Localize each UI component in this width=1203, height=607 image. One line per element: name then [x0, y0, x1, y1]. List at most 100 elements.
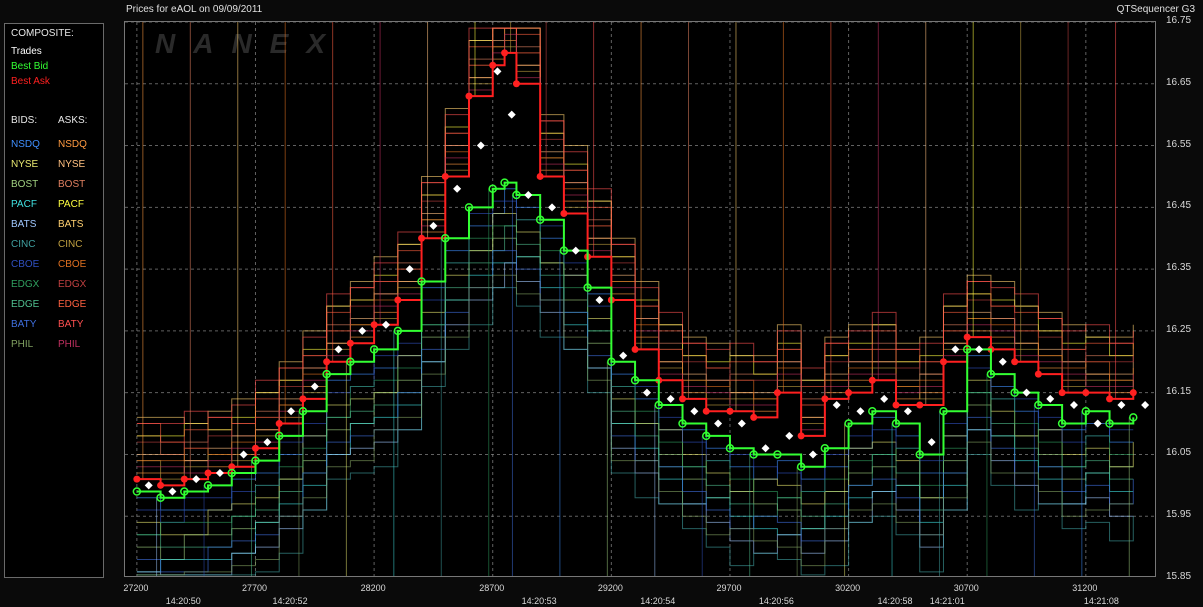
legend-bid-bost: BOST: [11, 179, 39, 190]
trade-point: [998, 357, 1007, 366]
legend-bid-cinc: CINC: [11, 239, 36, 250]
best-ask-point: [560, 210, 568, 218]
y-tick-label: 16.45: [1166, 200, 1192, 212]
trade-point: [785, 431, 794, 440]
best-ask-point: [1129, 389, 1137, 397]
bids-label: BIDS:: [11, 115, 38, 126]
best-ask-point: [868, 376, 876, 384]
trade-point: [951, 345, 960, 354]
best-ask-point: [346, 339, 354, 347]
legend-bid-phil: PHIL: [11, 339, 34, 350]
trade-point: [595, 296, 604, 304]
best-ask-point: [726, 407, 734, 415]
best-ask-point: [180, 475, 188, 483]
trade-point: [548, 203, 557, 212]
y-tick-label: 16.55: [1166, 138, 1192, 150]
best-ask-point: [394, 296, 402, 304]
y-tick-label: 16.05: [1166, 447, 1192, 459]
best-ask-point: [251, 444, 259, 452]
trade-point: [358, 326, 367, 335]
chart-title: Prices for eAOL on 09/09/2011: [126, 4, 263, 15]
best-ask-point: [963, 333, 971, 341]
best-ask-point: [1106, 395, 1114, 403]
trade-point: [737, 419, 746, 428]
legend-ask-cinc: CINC: [58, 239, 83, 250]
legend-ask-cboe: CBOE: [58, 259, 87, 270]
trade-point: [168, 487, 177, 496]
y-tick-label: 15.85: [1166, 571, 1192, 582]
trade-point: [832, 401, 841, 410]
trade-point: [1093, 419, 1102, 428]
y-tick-label: 16.75: [1166, 15, 1192, 26]
best-ask-point: [1034, 370, 1042, 378]
trade-point: [507, 110, 516, 119]
x-tick-label: 31200: [1072, 583, 1098, 593]
best-ask-point: [157, 481, 165, 489]
y-tick-label: 16.35: [1166, 262, 1192, 274]
best-ask-point: [892, 401, 900, 409]
trade-point: [381, 320, 390, 329]
legend-bid-pacf: PACF: [11, 199, 37, 210]
y-tick-label: 16.65: [1166, 76, 1192, 88]
trade-point: [1117, 401, 1126, 410]
app-title: QTSequencer G3: [1116, 4, 1195, 15]
x-tick-label: 27700: [241, 583, 267, 593]
best-ask-point: [1011, 358, 1019, 366]
trade-point: [927, 438, 936, 447]
trade-point: [334, 345, 343, 354]
trade-point: [429, 221, 438, 230]
legend-bid-edge: EDGE: [11, 299, 40, 310]
legend-ask-pacf: PACF: [58, 199, 84, 210]
trade-point: [571, 246, 580, 255]
trade-point: [1046, 394, 1055, 403]
trade-point: [1022, 388, 1031, 397]
trade-point: [453, 184, 462, 193]
time-tick-label: 14:20:58: [877, 596, 913, 606]
chart-svg: [125, 22, 1155, 576]
y-tick-label: 16.15: [1166, 385, 1192, 397]
asks-label: ASKS:: [58, 115, 88, 126]
trade-point: [880, 394, 889, 403]
best-ask-point: [821, 395, 829, 403]
legend-ask-nyse: NYSE: [58, 159, 86, 170]
x-tick-label: 29200: [597, 583, 623, 593]
time-tick-label: 14:20:56: [758, 596, 794, 606]
y-tick-label: 16.25: [1166, 323, 1192, 335]
legend-ask-nsdq: NSDQ: [58, 139, 87, 150]
time-tick-label: 14:20:54: [640, 596, 676, 606]
time-tick-label: 14:21:08: [1083, 596, 1119, 606]
best-ask-point: [631, 345, 639, 353]
best-ask-point: [501, 49, 509, 57]
best-ask-point: [845, 389, 853, 397]
trade-point: [144, 481, 153, 490]
best-ask-point: [702, 407, 710, 415]
legend-panel: COMPOSITE: Trades Best Bid Best Ask BIDS…: [4, 23, 104, 578]
time-tick-label: 14:20:50: [165, 596, 201, 606]
y-tick-label: 15.95: [1166, 509, 1192, 521]
trade-point: [714, 419, 723, 428]
legend-best-ask: Best Ask: [11, 76, 50, 87]
best-ask-point: [133, 475, 141, 483]
best-ask-point: [204, 469, 212, 477]
legend-ask-bats: BATS: [58, 219, 84, 230]
x-tick-label: 27200: [123, 583, 149, 593]
trade-point: [1069, 401, 1078, 410]
x-tick-label: 30200: [835, 583, 861, 593]
best-ask-point: [465, 92, 473, 100]
x-tick-label: 28700: [479, 583, 505, 593]
best-ask-point: [797, 432, 805, 440]
best-ask-point: [370, 321, 378, 329]
legend-bid-bats: BATS: [11, 219, 37, 230]
best-ask-point: [441, 172, 449, 180]
best-ask-point: [299, 395, 307, 403]
legend-bid-baty: BATY: [11, 319, 37, 330]
trade-point: [215, 468, 224, 477]
legend-ask-bost: BOST: [58, 179, 86, 190]
trade-point: [666, 394, 675, 403]
best-ask-point: [679, 395, 687, 403]
trade-point: [619, 351, 628, 360]
legend-bid-cboe: CBOE: [11, 259, 40, 270]
trade-point: [809, 450, 817, 459]
best-ask-point: [418, 234, 426, 242]
legend-ask-edge: EDGE: [58, 299, 87, 310]
